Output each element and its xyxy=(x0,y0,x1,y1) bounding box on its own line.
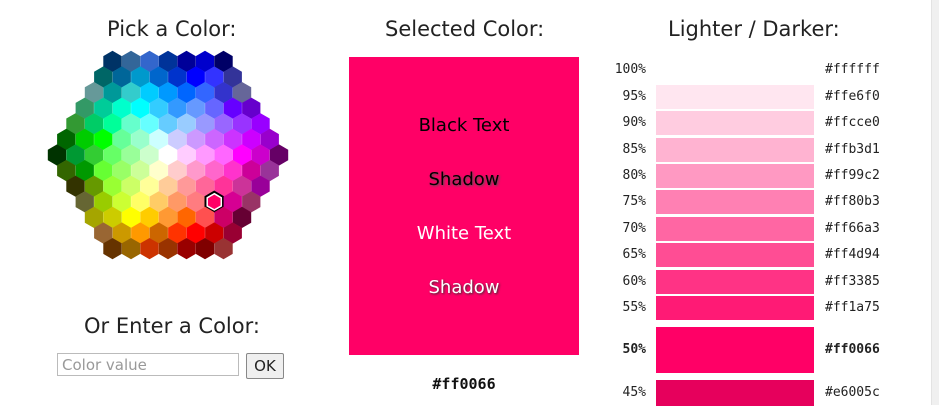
shade-swatch[interactable] xyxy=(656,111,814,135)
black-text-sample: Black Text xyxy=(418,115,510,136)
shade-percent-label: 100% xyxy=(614,62,646,77)
shade-percent-label: 50% xyxy=(622,342,646,357)
shade-percent-label: 55% xyxy=(622,300,646,315)
shade-hex-code: #ffb3d1 xyxy=(825,142,880,157)
shade-swatch[interactable] xyxy=(656,138,814,162)
white-shadow-sample: Shadow xyxy=(428,277,500,298)
shade-percent-label: 60% xyxy=(622,274,646,289)
shade-percent-label: 65% xyxy=(622,247,646,262)
shade-hex-code: #e6005c xyxy=(825,385,880,400)
shade-swatch[interactable] xyxy=(656,380,814,406)
shade-swatch[interactable] xyxy=(656,164,814,188)
pick-color-heading: Pick a Color: xyxy=(107,17,237,41)
shade-swatch[interactable] xyxy=(656,327,814,373)
ok-button[interactable]: OK xyxy=(246,353,284,379)
color-value-input[interactable] xyxy=(57,353,239,376)
shade-percent-label: 85% xyxy=(622,142,646,157)
shade-swatch[interactable] xyxy=(656,270,814,294)
shade-hex-code: #ff3385 xyxy=(825,274,880,289)
shade-hex-code: #ffe6f0 xyxy=(825,89,880,104)
shade-hex-code: #ff1a75 xyxy=(825,300,880,315)
selected-color-heading: Selected Color: xyxy=(385,17,545,41)
shade-percent-label: 45% xyxy=(622,385,646,400)
shade-hex-code: #ff99c2 xyxy=(825,168,880,183)
page-scrollbar[interactable] xyxy=(931,0,939,405)
white-text-sample: White Text xyxy=(416,223,512,244)
enter-color-heading: Or Enter a Color: xyxy=(84,314,260,338)
shade-swatch[interactable] xyxy=(656,243,814,267)
shade-percent-label: 70% xyxy=(622,221,646,236)
lighter-darker-heading: Lighter / Darker: xyxy=(668,17,840,41)
shade-hex-code: #ff4d94 xyxy=(825,247,880,262)
shade-swatch[interactable] xyxy=(656,296,814,320)
shade-percent-label: 90% xyxy=(622,115,646,130)
selected-hex-code: #ff0066 xyxy=(432,375,496,393)
shade-hex-code: #ffffff xyxy=(825,62,880,77)
black-shadow-sample: Shadow xyxy=(428,169,500,190)
shade-percent-label: 75% xyxy=(622,194,646,209)
shade-hex-code: #ff0066 xyxy=(825,342,880,357)
shade-swatch[interactable] xyxy=(656,57,814,83)
shade-hex-code: #ff66a3 xyxy=(825,221,880,236)
shade-hex-code: #ff80b3 xyxy=(825,194,880,209)
shade-percent-label: 80% xyxy=(622,168,646,183)
shade-swatch[interactable] xyxy=(656,217,814,241)
shade-swatch[interactable] xyxy=(656,85,814,109)
shade-percent-label: 95% xyxy=(622,89,646,104)
selected-color-swatch: Black Text Shadow White Text Shadow xyxy=(349,57,579,355)
shade-swatch[interactable] xyxy=(656,190,814,214)
shade-hex-code: #ffcce0 xyxy=(825,115,880,130)
